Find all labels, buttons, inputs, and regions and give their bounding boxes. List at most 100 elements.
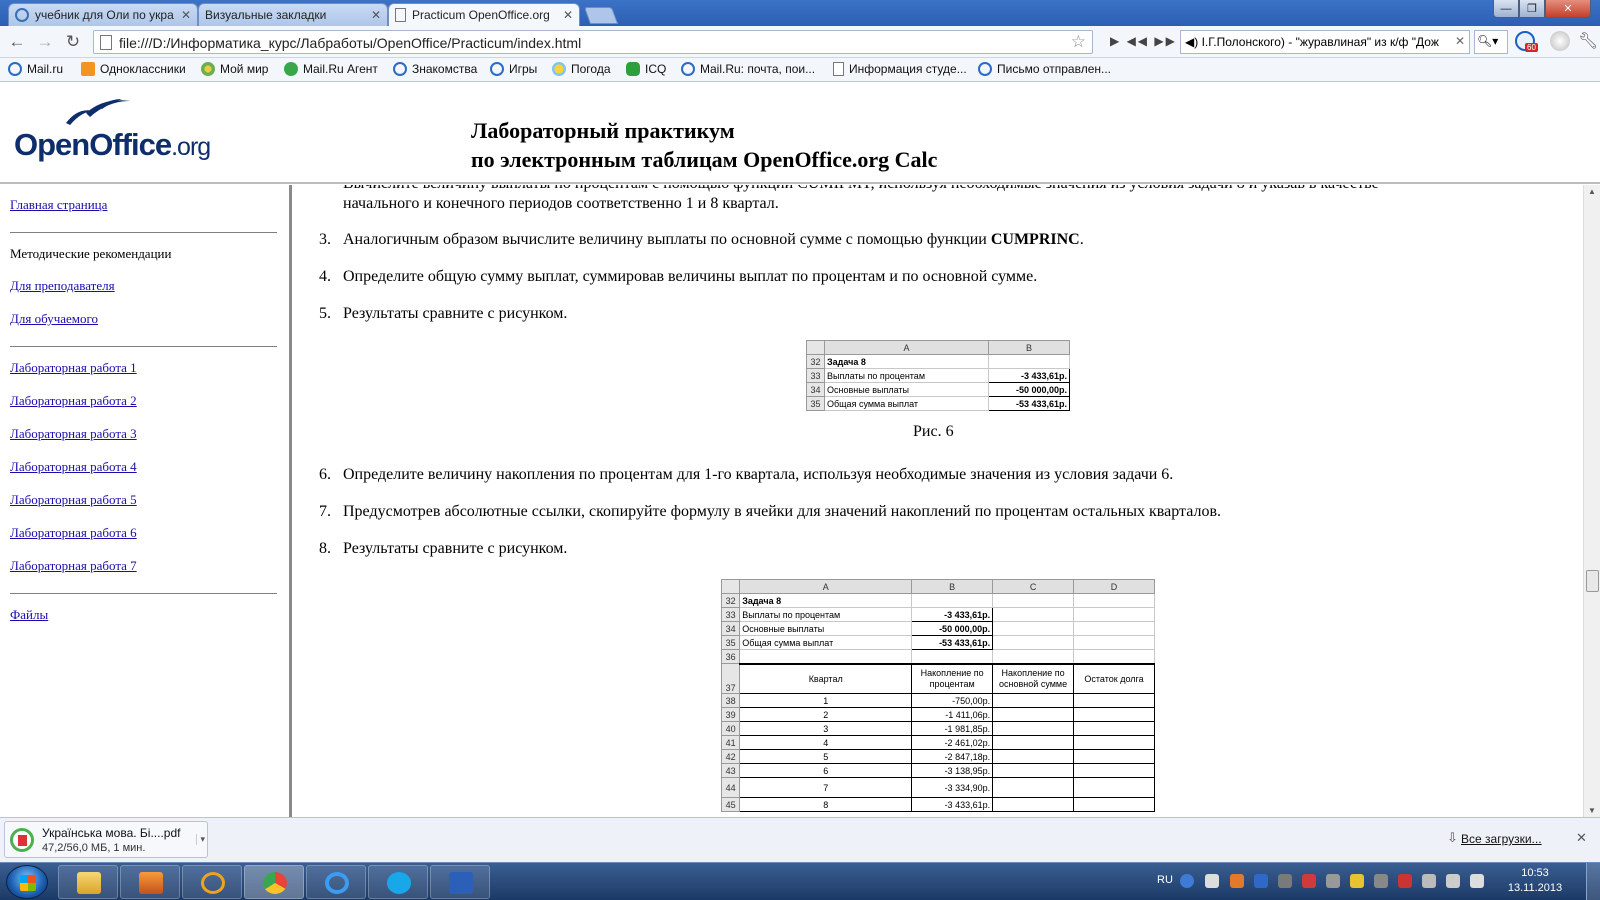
- chevron-down-icon[interactable]: ▾: [196, 834, 205, 845]
- folder-icon: [77, 872, 101, 894]
- bookmark-znakomstva[interactable]: Знакомства: [393, 62, 477, 76]
- bookmark-letter-sent[interactable]: Письмо отправлен...: [978, 62, 1111, 76]
- scroll-down-icon[interactable]: ▼: [1588, 806, 1596, 815]
- tab-visual-bookmarks[interactable]: Визуальные закладки ✕: [198, 3, 388, 26]
- figure-6-spreadsheet: A B 32 Задача 8 33 Выплаты по процентам …: [806, 340, 1070, 411]
- address-bar[interactable]: file:///D:/Информатика_курс/Лабработы/Op…: [93, 30, 1093, 54]
- tray-icon[interactable]: [1278, 874, 1292, 888]
- nav-teacher-link[interactable]: Для преподавателя: [10, 278, 115, 294]
- bookmark-mailru[interactable]: Mail.ru: [8, 62, 63, 76]
- scroll-up-icon[interactable]: ▲: [1588, 187, 1596, 196]
- word-icon: [449, 872, 473, 894]
- taskbar-media-player[interactable]: [120, 865, 180, 899]
- cell: Выплаты по процентам: [739, 607, 913, 622]
- row-number: 32: [806, 354, 825, 369]
- minimize-button[interactable]: —: [1493, 0, 1519, 18]
- tray-icon[interactable]: [1374, 874, 1388, 888]
- wrench-icon[interactable]: 🔧︎: [1578, 31, 1598, 51]
- back-arrow-icon[interactable]: ←: [7, 32, 27, 52]
- bookmark-student-info[interactable]: Информация студе...: [833, 62, 967, 76]
- tray-icon[interactable]: [1205, 874, 1219, 888]
- player-controls[interactable]: ▶ ◀◀ ▶▶: [1110, 34, 1177, 48]
- taskbar-explorer[interactable]: [58, 865, 118, 899]
- bookmark-moy-mir[interactable]: Мой мир: [201, 62, 268, 76]
- all-downloads-link[interactable]: Все загрузки...: [1461, 832, 1542, 846]
- new-tab-button[interactable]: [583, 7, 619, 24]
- table-row: 38 1 -750,00р.: [720, 693, 1155, 708]
- bookmark-odnoklassniki[interactable]: Одноклассники: [81, 62, 186, 76]
- bookmark-agent[interactable]: Mail.Ru Агент: [284, 62, 378, 76]
- help-icon[interactable]: [1180, 874, 1194, 888]
- maximize-button[interactable]: ❐: [1519, 0, 1545, 18]
- close-window-button[interactable]: ✕: [1545, 0, 1591, 18]
- tray-icon[interactable]: [1350, 874, 1364, 888]
- nav-lab-4-link[interactable]: Лабораторная работа 4: [10, 459, 137, 475]
- nav-student-link[interactable]: Для обучаемого: [10, 311, 98, 327]
- network-icon[interactable]: [1422, 874, 1436, 888]
- tray-icon[interactable]: [1230, 874, 1244, 888]
- close-icon[interactable]: ✕: [1576, 830, 1587, 846]
- speaker-icon[interactable]: [1470, 874, 1484, 888]
- nav-lab-6-link[interactable]: Лабораторная работа 6: [10, 525, 137, 541]
- windows-logo-icon: [20, 875, 36, 891]
- nav-lab-3-link[interactable]: Лабораторная работа 3: [10, 426, 137, 442]
- bulb-icon[interactable]: [1550, 31, 1570, 51]
- bookmark-games[interactable]: Игры: [490, 62, 537, 76]
- taskbar-chrome[interactable]: [244, 865, 304, 899]
- cell: -2 461,02р.: [911, 735, 994, 750]
- forward-arrow-icon[interactable]: →: [35, 32, 55, 52]
- clock[interactable]: 10:53 13.11.2013: [1500, 866, 1570, 896]
- taskbar-skype[interactable]: [368, 865, 428, 899]
- start-button[interactable]: [6, 865, 48, 899]
- header-cell: Остаток долга: [1073, 662, 1155, 694]
- close-tab-icon[interactable]: ✕: [563, 8, 573, 22]
- table-row: 36: [720, 649, 1155, 664]
- bookmark-weather[interactable]: Погода: [552, 62, 611, 76]
- download-item[interactable]: Українська мова. Бі....pdf 47,2/56,0 МБ,…: [4, 821, 208, 858]
- nav-home-link[interactable]: Главная страница: [10, 197, 107, 213]
- taskbar-internet-explorer[interactable]: [306, 865, 366, 899]
- bookmark-mailru-mail[interactable]: Mail.Ru: почта, пои...: [681, 62, 815, 76]
- tray-icon[interactable]: [1446, 874, 1460, 888]
- nav-lab-7-link[interactable]: Лабораторная работа 7: [10, 558, 137, 574]
- language-indicator[interactable]: RU: [1157, 874, 1173, 886]
- nav-lab-5-link[interactable]: Лабораторная работа 5: [10, 492, 137, 508]
- bookmark-icq[interactable]: ICQ: [626, 62, 666, 76]
- tray-icon[interactable]: [1398, 874, 1412, 888]
- cell: 3: [739, 721, 913, 736]
- cell: -53 433,61р.: [988, 396, 1070, 411]
- table-row: 33 Выплаты по процентам -3 433,61р.: [806, 368, 1070, 383]
- close-tab-icon[interactable]: ✕: [181, 8, 191, 22]
- star-icon[interactable]: ☆: [1071, 32, 1086, 52]
- scrollbar-thumb[interactable]: [1586, 570, 1599, 592]
- show-desktop-button[interactable]: [1586, 863, 1600, 900]
- taskbar-mail-agent[interactable]: [182, 865, 242, 899]
- nav-lab-2-link[interactable]: Лабораторная работа 2: [10, 393, 137, 409]
- column-header: A: [824, 340, 989, 355]
- reload-icon[interactable]: ↻: [63, 32, 83, 52]
- cell: [1073, 635, 1155, 650]
- nav-lab-1-link[interactable]: Лабораторная работа 1: [10, 360, 137, 376]
- cell: 1: [739, 693, 913, 708]
- now-playing-field[interactable]: ◀) I.Г.Полонского) - "журавлиная" из к/ф…: [1180, 30, 1470, 54]
- search-engine-field[interactable]: 🔍︎▾: [1474, 30, 1508, 54]
- tray-icon[interactable]: [1302, 874, 1316, 888]
- cell: [1073, 749, 1155, 764]
- cell: [1073, 607, 1155, 622]
- page-title-line2: по электронным таблицам OpenOffice.org C…: [471, 147, 938, 172]
- mail-count-badge: 60: [1525, 43, 1538, 52]
- close-tab-icon[interactable]: ✕: [371, 8, 381, 22]
- tab-textbook[interactable]: учебник для Оли по укра ✕: [8, 3, 198, 26]
- tray-icon[interactable]: [1326, 874, 1340, 888]
- table-row: 32 Задача 8: [806, 354, 1070, 369]
- tab-practicum[interactable]: Practicum OpenOffice.org ✕: [388, 3, 580, 26]
- table-row: 33 Выплаты по процентам -3 433,61р.: [720, 607, 1155, 622]
- close-icon[interactable]: ✕: [1455, 34, 1465, 48]
- vertical-scrollbar[interactable]: ▲ ▼: [1583, 185, 1600, 817]
- nav-files-link[interactable]: Файлы: [10, 607, 48, 623]
- cell: [992, 735, 1075, 750]
- table-row: 34 Основные выплаты -50 000,00р.: [806, 382, 1070, 397]
- taskbar-word[interactable]: [430, 865, 490, 899]
- bluetooth-icon[interactable]: [1254, 874, 1268, 888]
- url-text[interactable]: file:///D:/Информатика_курс/Лабработы/Op…: [119, 35, 581, 51]
